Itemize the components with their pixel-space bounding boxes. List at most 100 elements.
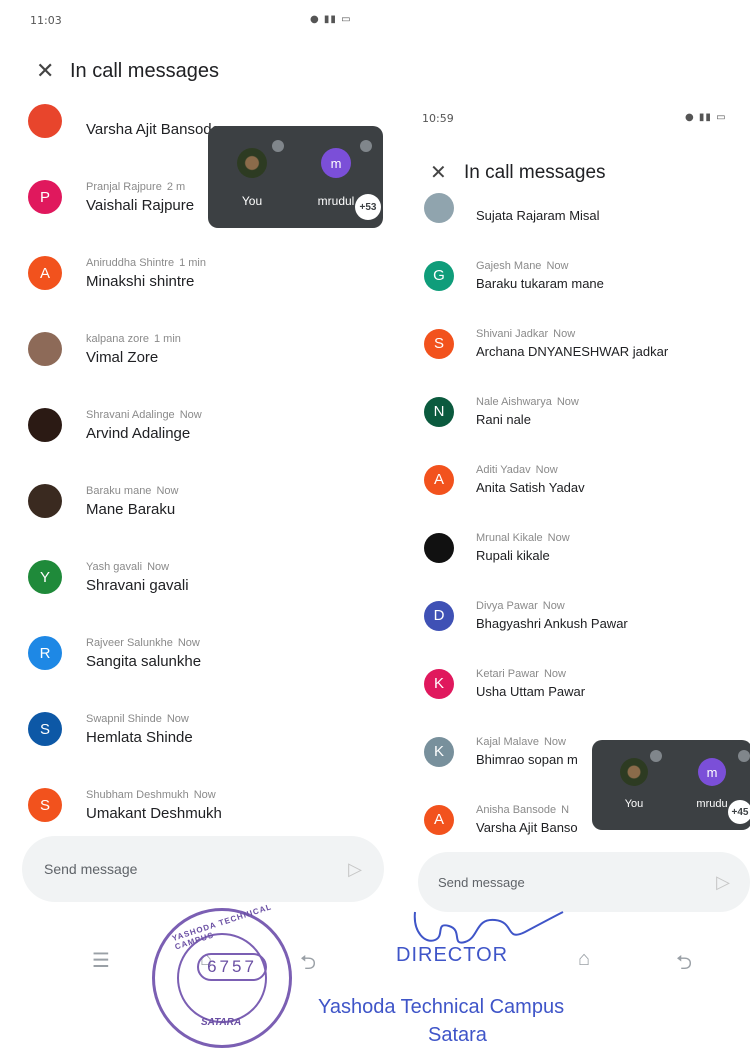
sender-name: Ketari Pawar bbox=[476, 668, 539, 680]
pip-self-label: You bbox=[624, 798, 644, 810]
pip-self-tile: You bbox=[614, 758, 654, 810]
message-sender: Baraku mane Now bbox=[86, 485, 178, 497]
message-text: Rajveer Salunkhe Now Sangita salunkhe bbox=[86, 637, 201, 670]
list-item: S Swapnil Shinde Now Hemlata Shinde bbox=[28, 712, 193, 746]
status-icons: ● ▮▮ ▭ bbox=[685, 112, 727, 123]
message-text: Sujata Rajaram Misal bbox=[476, 192, 600, 223]
message-text: Shubham Deshmukh Now Umakant Deshmukh bbox=[86, 789, 222, 822]
status-icons: ● ▮▮ ▭ bbox=[310, 14, 352, 25]
pip-self-label: You bbox=[241, 194, 263, 208]
left-screenshot: 11:03 ● ▮▮ ▭ ✕ In call messages Varsha A… bbox=[0, 0, 400, 1000]
avatar: K bbox=[424, 668, 454, 699]
right-screenshot: 10:59 ● ▮▮ ▭ ✕ In call messages Sujata R… bbox=[410, 100, 750, 980]
message-sender: Pranjal Rajpure 2 m bbox=[86, 181, 194, 193]
list-item: G Gajesh Mane Now Baraku tukaram mane bbox=[424, 260, 604, 291]
avatar: D bbox=[424, 600, 454, 631]
message-time: N bbox=[561, 804, 570, 816]
avatar bbox=[620, 758, 648, 786]
mic-icon bbox=[272, 140, 284, 152]
seal-number: 6757 bbox=[197, 953, 267, 981]
list-item: S Shivani Jadkar Now Archana DNYANESHWAR ja… bbox=[424, 328, 668, 359]
list-item: K Kajal Malave Now Bhimrao sopan m bbox=[424, 736, 578, 767]
director-title: DIRECTOR bbox=[396, 944, 509, 966]
list-item: A Aniruddha Shintre 1 min Minakshi shintre bbox=[28, 256, 206, 290]
pip-window[interactable]: You m mrudul +53 bbox=[208, 126, 383, 228]
message-body: Archana DNYANESHWAR jadkar bbox=[476, 344, 669, 359]
message-sender: Mrunal Kikale Now bbox=[476, 532, 570, 544]
seal-bottom-text: SATARA bbox=[201, 1017, 242, 1028]
sender-name: Nale Aishwarya bbox=[476, 396, 552, 408]
message-time: Now bbox=[546, 260, 569, 272]
message-text: Anisha Bansode N Varsha Ajit Banso bbox=[476, 804, 578, 835]
message-time: Now bbox=[543, 736, 566, 748]
more-participants-badge: +45 bbox=[728, 800, 750, 824]
message-body: Umakant Deshmukh bbox=[86, 804, 222, 822]
list-item: K Ketari Pawar Now Usha Uttam Pawar bbox=[424, 668, 585, 699]
nav-back-icon[interactable]: ⮌ bbox=[300, 948, 316, 982]
nav-home-icon[interactable]: ⌂ bbox=[578, 948, 590, 971]
sender-name: Shravani Adalinge bbox=[86, 408, 175, 421]
list-item: S Shubham Deshmukh Now Umakant Deshmukh bbox=[28, 788, 222, 822]
avatar: N bbox=[424, 396, 454, 427]
message-sender bbox=[86, 105, 220, 117]
status-bar-left: 11:03 bbox=[30, 14, 62, 27]
send-icon[interactable]: ▷ bbox=[348, 859, 362, 880]
message-text: Swapnil Shinde Now Hemlata Shinde bbox=[86, 713, 193, 746]
message-text: Kajal Malave Now Bhimrao sopan m bbox=[476, 736, 578, 767]
message-text: Divya Pawar Now Bhagyashri Ankush Pawar bbox=[476, 600, 628, 631]
message-text: Pranjal Rajpure 2 m Vaishali Rajpure bbox=[86, 181, 194, 214]
sender-name: Baraku mane bbox=[86, 484, 152, 497]
sender-name: Anisha Bansode bbox=[476, 804, 557, 816]
close-icon[interactable]: ✕ bbox=[36, 58, 70, 84]
avatar: m bbox=[698, 758, 726, 786]
sender-name: Kajal Malave bbox=[476, 736, 539, 748]
sender-name: Pranjal Rajpure bbox=[86, 180, 162, 193]
message-body: Varsha Ajit Bansode bbox=[86, 120, 220, 138]
campus-city: Satara bbox=[428, 1024, 487, 1046]
message-sender: Ketari Pawar Now bbox=[476, 668, 585, 680]
message-sender: Aditi Yadav Now bbox=[476, 464, 585, 476]
avatar: Y bbox=[28, 560, 62, 594]
message-sender: Rajveer Salunkhe Now bbox=[86, 637, 201, 649]
avatar: A bbox=[424, 804, 454, 835]
sender-name: kalpana zore bbox=[86, 332, 149, 345]
message-body: Bhimrao sopan m bbox=[476, 752, 578, 767]
message-body: Shravani gavali bbox=[86, 576, 189, 594]
message-body: Vimal Zore bbox=[86, 348, 159, 366]
list-item: Baraku mane Now Mane Baraku bbox=[28, 484, 178, 518]
message-sender: Shubham Deshmukh Now bbox=[86, 789, 222, 801]
status-time: 10:59 bbox=[422, 112, 454, 125]
send-message-input[interactable]: Send message bbox=[44, 861, 137, 877]
message-text: Varsha Ajit Bansode bbox=[86, 105, 220, 138]
nav-menu-icon[interactable]: ☰ bbox=[92, 948, 110, 973]
page-title: In call messages bbox=[464, 161, 606, 183]
avatar: R bbox=[28, 636, 62, 670]
list-item: Shravani Adalinge Now Arvind Adalinge bbox=[28, 408, 202, 442]
message-time: Now bbox=[556, 396, 579, 408]
message-time: Now bbox=[177, 636, 200, 649]
nav-back-icon[interactable]: ⮌ bbox=[676, 948, 692, 980]
message-body: Hemlata Shinde bbox=[86, 728, 193, 746]
message-text: Baraku mane Now Mane Baraku bbox=[86, 485, 178, 518]
sender-name: Divya Pawar bbox=[476, 600, 538, 612]
send-icon[interactable]: ▷ bbox=[716, 872, 730, 893]
header: ✕ In call messages bbox=[36, 58, 219, 84]
message-time: Now bbox=[535, 464, 558, 476]
institution-seal: YASHODA TECHNICAL CAMPUS 6757 SATARA bbox=[152, 902, 292, 1048]
message-text: Nale Aishwarya Now Rani nale bbox=[476, 396, 579, 427]
more-participants-badge: +53 bbox=[355, 194, 381, 220]
message-body: Varsha Ajit Banso bbox=[476, 820, 578, 835]
message-time: Now bbox=[547, 532, 570, 544]
send-message-bar[interactable]: Send message ▷ bbox=[22, 836, 384, 902]
close-icon[interactable]: ✕ bbox=[430, 160, 464, 185]
send-message-input[interactable]: Send message bbox=[438, 875, 525, 890]
message-time: 2 m bbox=[166, 180, 186, 193]
message-sender: Yash gavali Now bbox=[86, 561, 189, 573]
pip-window[interactable]: You m mrudu +45 bbox=[592, 740, 750, 830]
message-body: Mane Baraku bbox=[86, 500, 176, 518]
message-body: Sujata Rajaram Misal bbox=[476, 208, 600, 223]
message-text: Yash gavali Now Shravani gavali bbox=[86, 561, 189, 594]
list-item: D Divya Pawar Now Bhagyashri Ankush Pawar bbox=[424, 600, 628, 631]
message-body: Usha Uttam Pawar bbox=[476, 684, 586, 699]
sender-name: Gajesh Mane bbox=[476, 260, 542, 272]
